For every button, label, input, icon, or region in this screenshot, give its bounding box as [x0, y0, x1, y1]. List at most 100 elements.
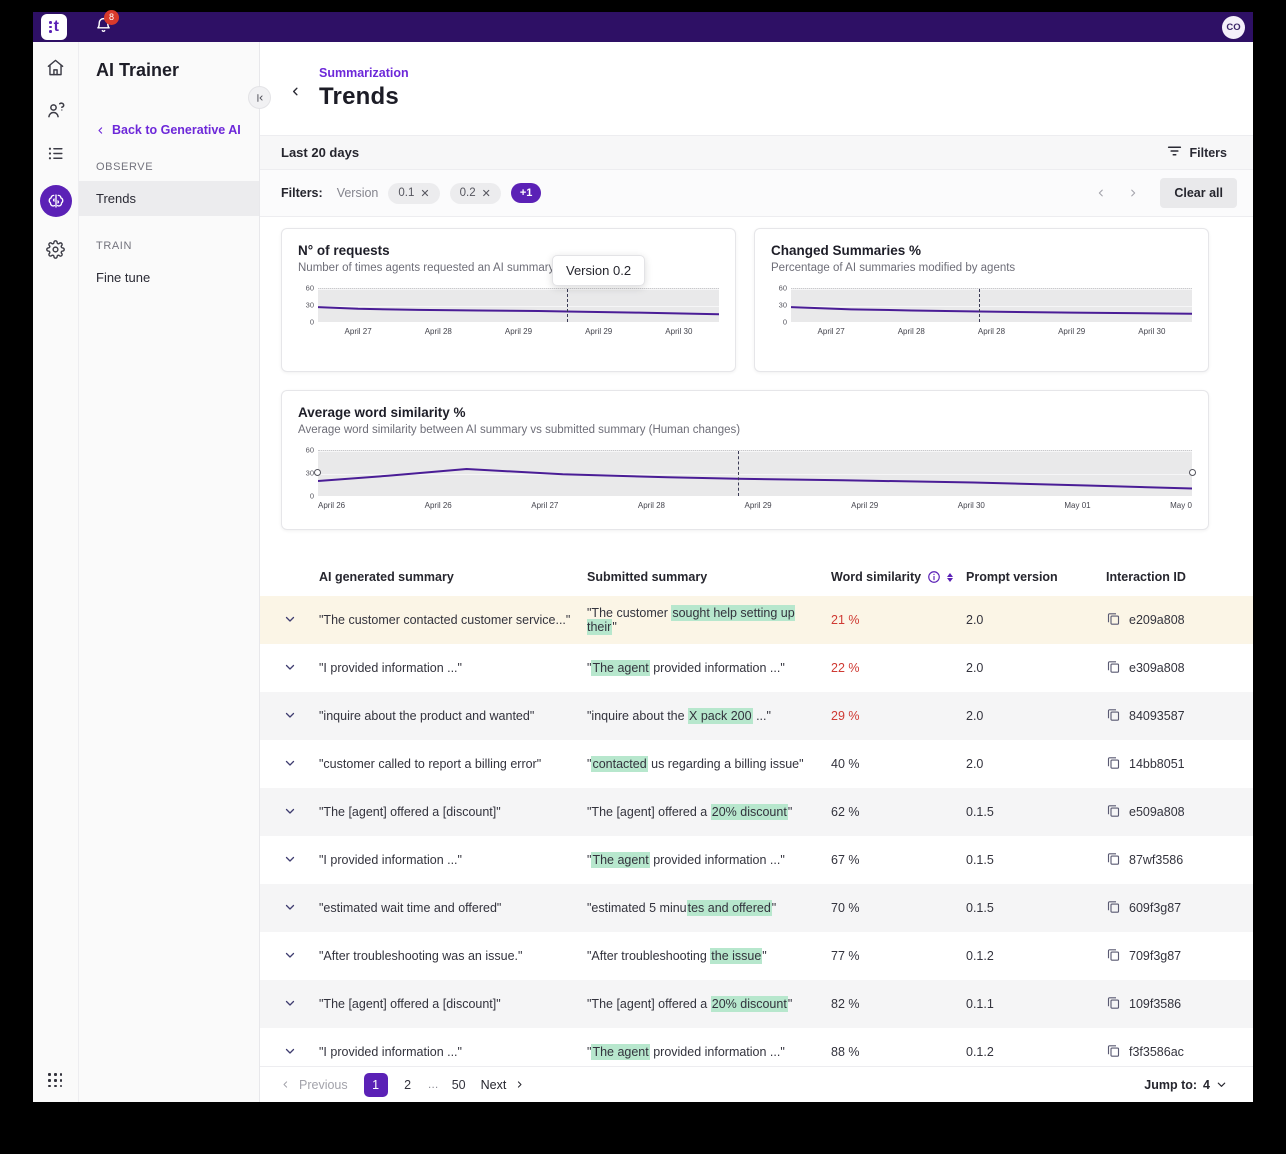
- side-panel: AI Trainer Back to Generative AI OBSERVE…: [79, 42, 260, 1102]
- chart-subtitle: Percentage of AI summaries modified by a…: [771, 262, 1192, 274]
- close-icon[interactable]: ✕: [482, 187, 491, 200]
- ai-generated-summary-cell: "The [agent] offered a [discount]": [319, 997, 587, 1011]
- table-row: "inquire about the product and wanted""i…: [260, 692, 1253, 740]
- filter-chip[interactable]: 0.2✕: [450, 183, 501, 204]
- diff-highlight: contacted: [591, 756, 647, 772]
- settings-gear-icon[interactable]: [45, 238, 67, 260]
- clear-all-button[interactable]: Clear all: [1160, 178, 1237, 208]
- expand-row-button[interactable]: [260, 757, 319, 772]
- support-icon[interactable]: [45, 99, 67, 121]
- col-prompt-version[interactable]: Prompt version: [966, 570, 1106, 584]
- diff-highlight: the issue: [710, 948, 762, 964]
- expand-row-button[interactable]: [260, 805, 319, 820]
- expand-row-button[interactable]: [260, 1045, 319, 1060]
- panel-title: AI Trainer: [79, 60, 259, 81]
- sidebar-item-fine-tune[interactable]: Fine tune: [79, 260, 259, 295]
- sidebar-item-trends[interactable]: Trends: [79, 181, 259, 216]
- sort-icon[interactable]: [947, 573, 953, 582]
- expand-row-button[interactable]: [260, 709, 319, 724]
- user-avatar[interactable]: CO: [1222, 16, 1245, 39]
- table-row: "After troubleshooting was an issue.""Af…: [260, 932, 1253, 980]
- collapse-panel-button[interactable]: [248, 86, 271, 109]
- copy-icon[interactable]: [1106, 803, 1121, 821]
- filters-next-icon[interactable]: [1122, 186, 1144, 201]
- home-icon[interactable]: [45, 56, 67, 78]
- ai-generated-summary-cell: "estimated wait time and offered": [319, 901, 587, 915]
- table-row: "customer called to report a billing err…: [260, 740, 1253, 788]
- prompt-version-cell: 0.1.5: [966, 805, 1106, 819]
- x-axis-labels: April 27April 28April 29April 29April 30: [318, 327, 719, 336]
- copy-icon[interactable]: [1106, 995, 1121, 1013]
- info-icon[interactable]: [927, 570, 941, 584]
- close-icon[interactable]: ✕: [420, 187, 429, 200]
- app-logo[interactable]: t: [41, 14, 67, 40]
- expand-row-button[interactable]: [260, 997, 319, 1012]
- interaction-id-cell: 609f3g87: [1106, 899, 1253, 917]
- interaction-id-value: e509a808: [1129, 805, 1185, 819]
- expand-row-button[interactable]: [260, 901, 319, 916]
- interaction-id-value: 609f3g87: [1129, 901, 1181, 915]
- back-chevron-icon[interactable]: [290, 86, 301, 97]
- filters-prev-icon[interactable]: [1090, 186, 1112, 201]
- chevron-down-icon: [284, 613, 296, 628]
- chart-plot-area[interactable]: [318, 450, 1192, 496]
- prompt-version-cell: 2.0: [966, 709, 1106, 723]
- range-handle[interactable]: [314, 469, 321, 476]
- filter-icon: [1167, 145, 1182, 160]
- logo-letter: t: [54, 19, 59, 35]
- range-handle[interactable]: [1189, 469, 1196, 476]
- expand-row-button[interactable]: [260, 853, 319, 868]
- next-page-button[interactable]: Next: [481, 1078, 525, 1092]
- filters-button[interactable]: Filters: [1167, 145, 1227, 160]
- copy-icon[interactable]: [1106, 659, 1121, 677]
- copy-icon[interactable]: [1106, 1043, 1121, 1061]
- interaction-id-value: f3f3586ac: [1129, 1045, 1184, 1059]
- notifications-button[interactable]: 8: [95, 16, 112, 39]
- prompt-version-cell: 0.1.2: [966, 1045, 1106, 1059]
- table-header-row: AI generated summary Submitted summary W…: [260, 558, 1253, 596]
- active-filters-bar: Filters: Version 0.1✕0.2✕ +1 Clear all: [260, 170, 1253, 217]
- ai-generated-summary-cell: "I provided information ...": [319, 661, 587, 675]
- expand-row-button[interactable]: [260, 613, 319, 628]
- ai-trainer-icon[interactable]: [40, 185, 72, 217]
- page-title: Trends: [319, 83, 409, 111]
- expand-row-button[interactable]: [260, 661, 319, 676]
- jump-to-control[interactable]: Jump to: 4: [1144, 1078, 1227, 1092]
- copy-icon[interactable]: [1106, 947, 1121, 965]
- app-window: t 8 CO: [33, 12, 1253, 1102]
- previous-page-button[interactable]: Previous: [281, 1078, 348, 1092]
- pagination-bar: Previous 12…50 Next Jump to: 4: [260, 1066, 1253, 1102]
- chart-title: Changed Summaries %: [771, 243, 1192, 258]
- chart-title: Average word similarity %: [298, 405, 1192, 420]
- apps-grid-icon[interactable]: [48, 1073, 63, 1088]
- chart-tooltip: Version 0.2: [552, 255, 645, 286]
- chevron-down-icon: [284, 949, 296, 964]
- interaction-id-cell: f3f3586ac: [1106, 1043, 1253, 1061]
- col-interaction-id[interactable]: Interaction ID: [1106, 570, 1253, 584]
- prompt-version-cell: 0.1.2: [966, 949, 1106, 963]
- page-button-1[interactable]: 1: [364, 1073, 388, 1097]
- interaction-id-cell: 87wf3586: [1106, 851, 1253, 869]
- submitted-summary-cell: "The [agent] offered a 20% discount": [587, 997, 831, 1011]
- copy-icon[interactable]: [1106, 707, 1121, 725]
- chevron-down-icon: [284, 805, 296, 820]
- col-submitted-summary[interactable]: Submitted summary: [587, 570, 831, 584]
- copy-icon[interactable]: [1106, 899, 1121, 917]
- col-ai-generated-summary[interactable]: AI generated summary: [319, 570, 587, 584]
- interaction-id-cell: e309a808: [1106, 659, 1253, 677]
- filter-chip[interactable]: 0.1✕: [388, 183, 439, 204]
- more-filters-badge[interactable]: +1: [511, 183, 542, 203]
- page-button-2[interactable]: 2: [396, 1073, 420, 1097]
- chart-plot-area[interactable]: [791, 288, 1192, 322]
- chart-plot-area[interactable]: [318, 288, 719, 322]
- copy-icon[interactable]: [1106, 755, 1121, 773]
- col-word-similarity[interactable]: Word similarity: [831, 570, 966, 584]
- back-to-generative-ai-link[interactable]: Back to Generative AI: [79, 123, 259, 137]
- logo-dots: [49, 21, 52, 33]
- expand-row-button[interactable]: [260, 949, 319, 964]
- copy-icon[interactable]: [1106, 851, 1121, 869]
- copy-icon[interactable]: [1106, 611, 1121, 629]
- trend-line: [791, 289, 1192, 322]
- page-button-50[interactable]: 50: [447, 1073, 471, 1097]
- checklist-icon[interactable]: [45, 142, 67, 164]
